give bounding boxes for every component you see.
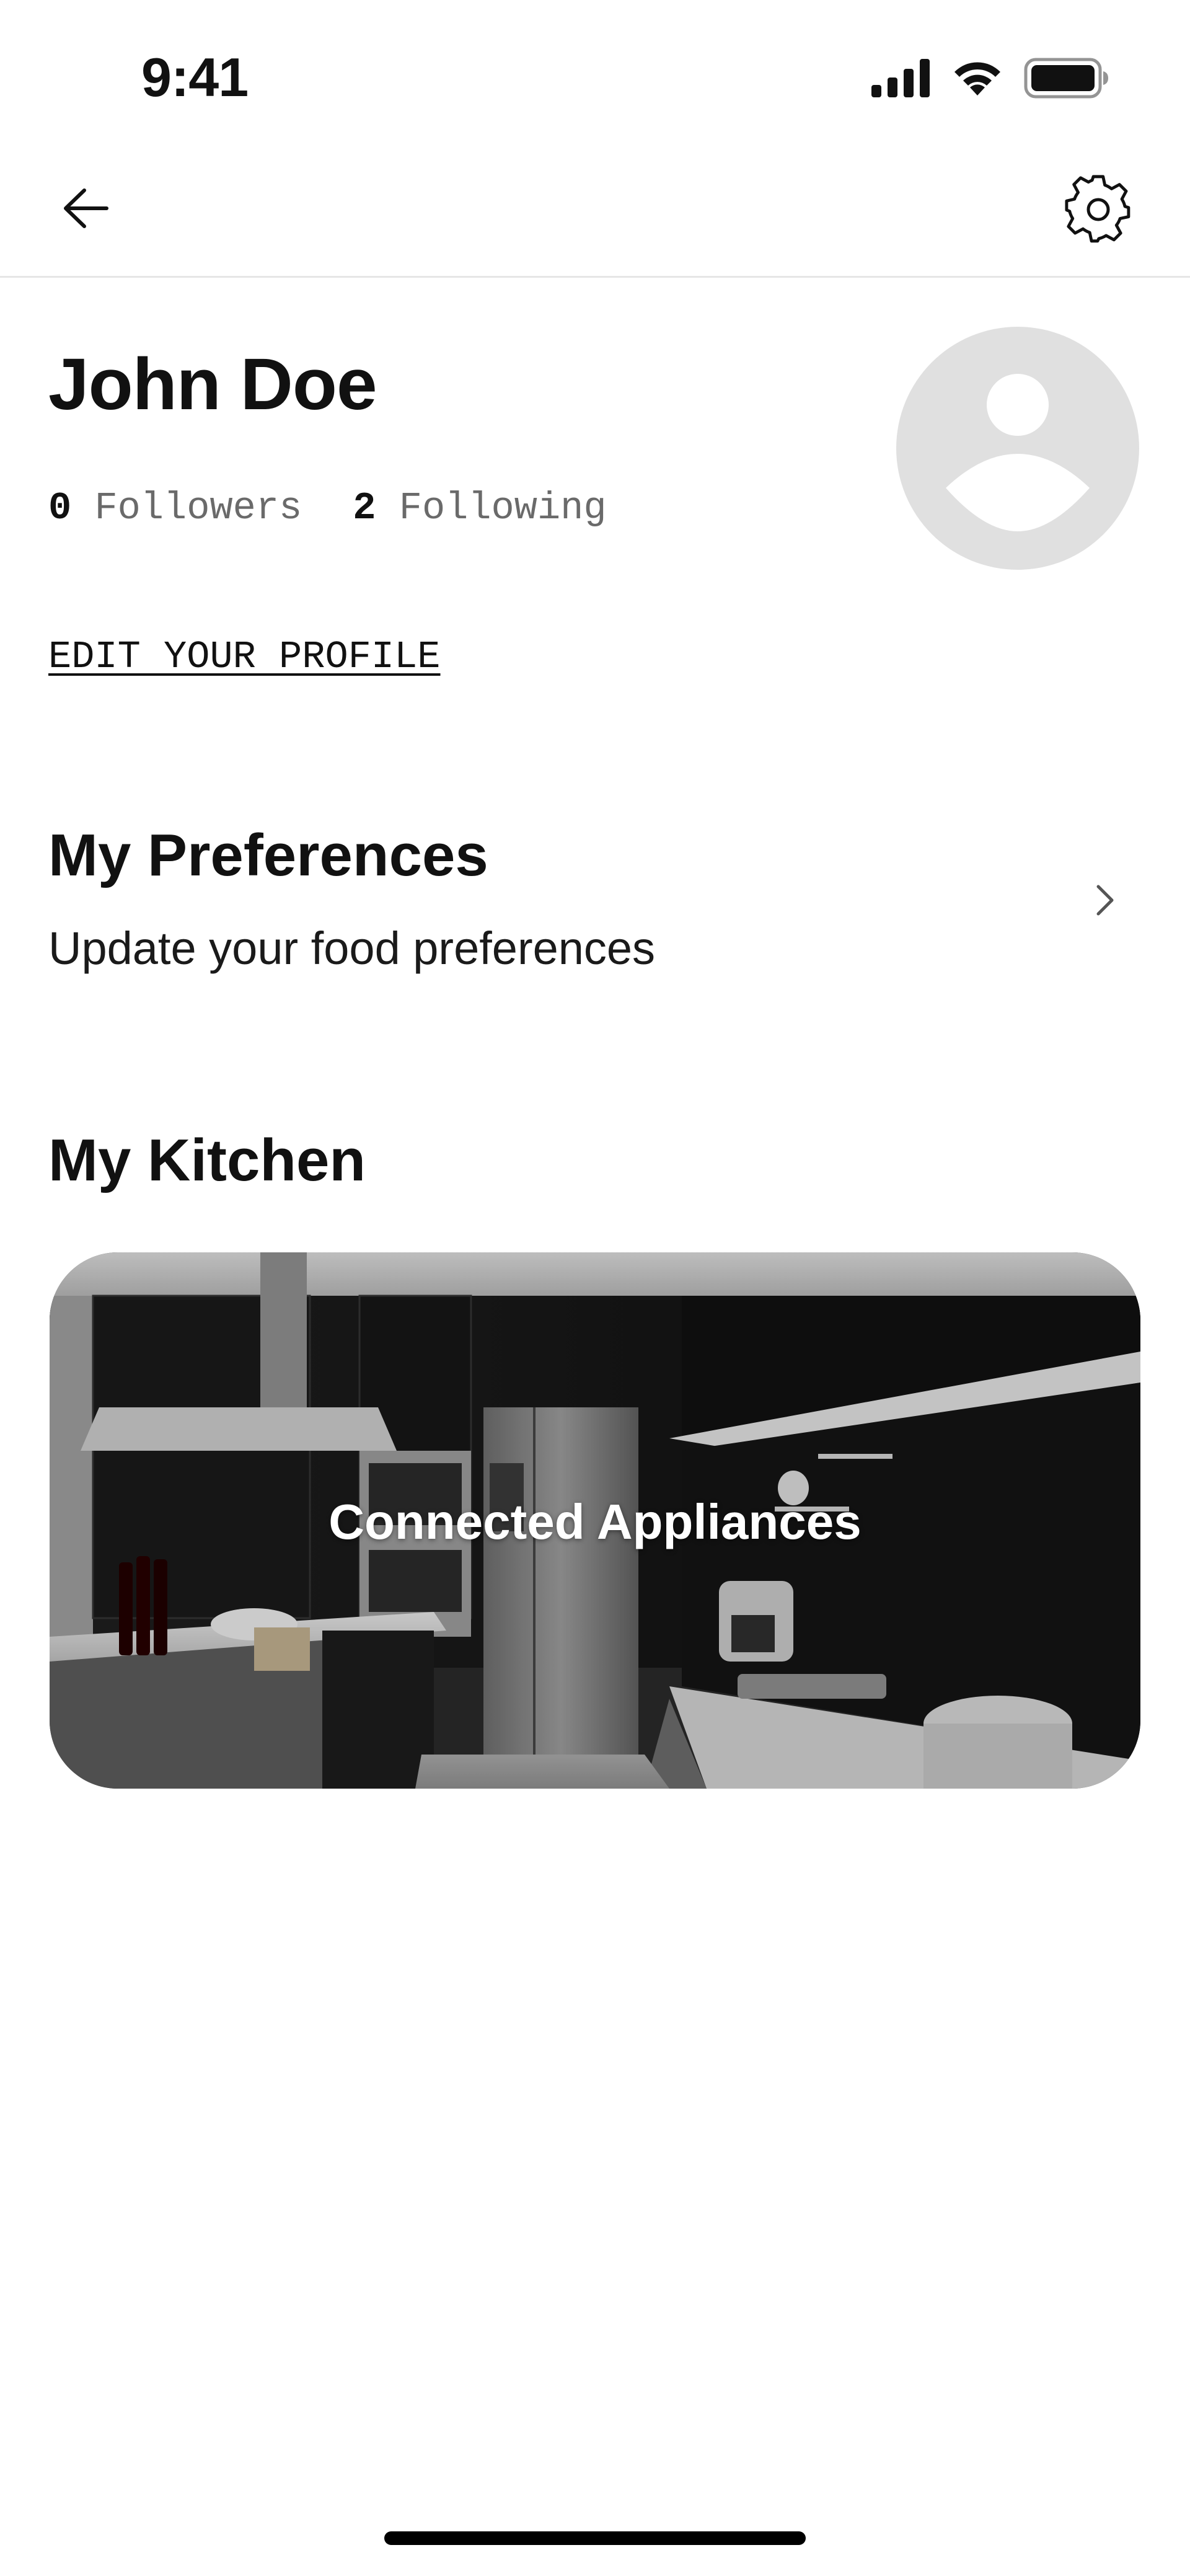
status-icons (871, 55, 1109, 104)
battery-icon (1024, 58, 1109, 102)
status-bar: 9:41 (0, 0, 1190, 143)
chevron-right-icon (1086, 882, 1123, 919)
user-placeholder-icon (896, 374, 1139, 570)
preferences-row[interactable]: My Preferences Update your food preferen… (0, 800, 1190, 1004)
connected-appliances-label: Connected Appliances (328, 1494, 862, 1549)
profile-name: John Doe (48, 343, 377, 425)
settings-button[interactable] (1061, 174, 1135, 248)
followers-count: 0 (48, 486, 72, 530)
following-count: 2 (353, 486, 376, 530)
follow-stats: 0 Followers 2 Following (48, 484, 607, 533)
back-button[interactable] (55, 179, 117, 241)
connected-appliances-card[interactable]: Connected Appliances (50, 1252, 1140, 1789)
nav-bar (0, 143, 1190, 278)
following-label: Following (399, 486, 607, 530)
edit-profile-link[interactable]: EDIT YOUR PROFILE (48, 632, 441, 682)
preferences-title: My Preferences (48, 822, 488, 888)
followers-label: Followers (94, 486, 302, 530)
avatar[interactable] (896, 327, 1139, 570)
following-stat[interactable]: 2 Following (353, 484, 606, 533)
gear-icon (1064, 174, 1133, 247)
followers-stat[interactable]: 0 Followers (48, 484, 302, 533)
arrow-left-icon (61, 187, 110, 233)
preferences-subtitle: Update your food preferences (48, 923, 656, 974)
wifi-icon (950, 58, 1005, 101)
cellular-signal-icon (871, 58, 931, 100)
kitchen-title: My Kitchen (48, 1127, 366, 1193)
home-indicator[interactable] (384, 2531, 806, 2545)
status-time: 9:41 (141, 46, 249, 108)
